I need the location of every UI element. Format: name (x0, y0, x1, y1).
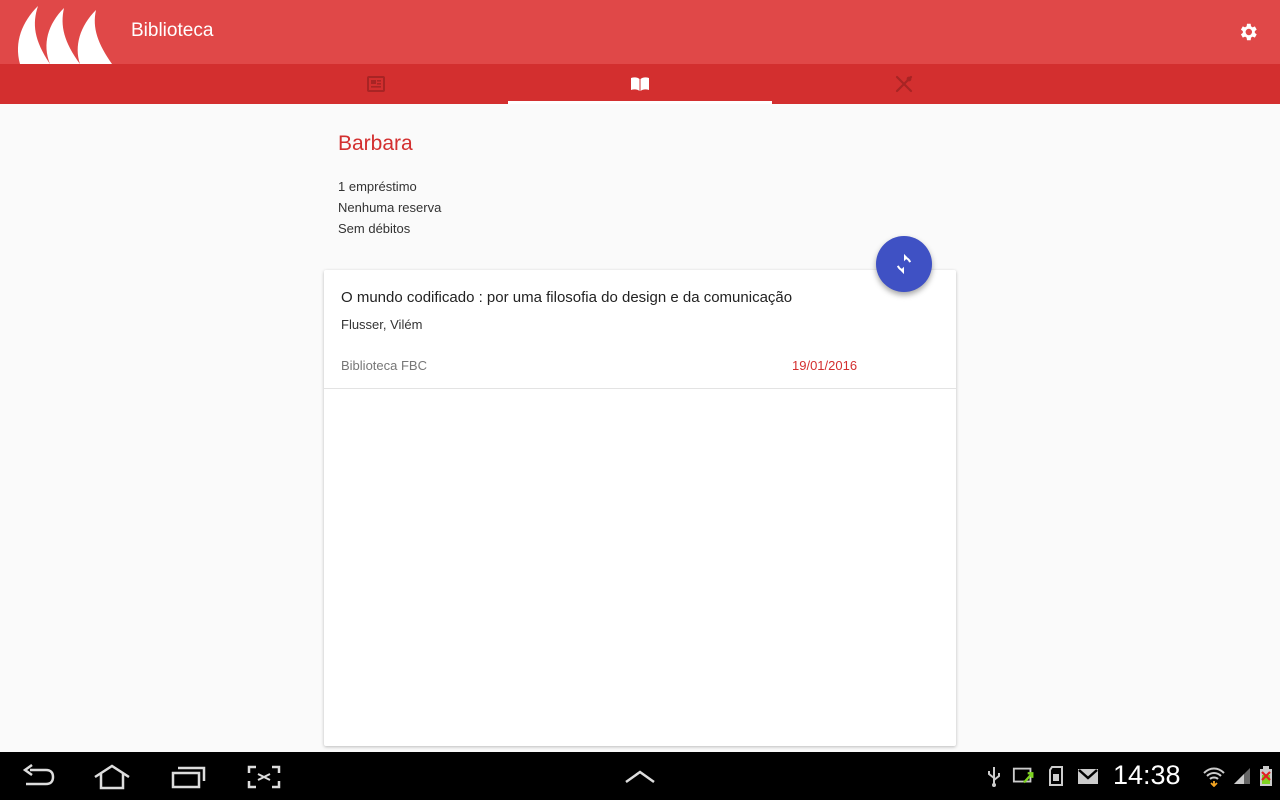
sd-card-icon (1044, 764, 1068, 788)
clock: 14:38 (1113, 760, 1181, 790)
tab-news[interactable] (244, 64, 508, 104)
loans-card: O mundo codificado : por uma filosofia d… (324, 270, 956, 746)
loans-count: 1 empréstimo (338, 179, 417, 194)
gear-icon (1240, 23, 1257, 41)
book-author: Flusser, Vilém (341, 317, 423, 332)
refresh-button[interactable] (876, 236, 932, 292)
usb-icon (982, 764, 1006, 788)
signal-icon (1230, 764, 1254, 788)
newspaper-icon (367, 76, 385, 92)
recent-apps-button[interactable] (168, 762, 208, 792)
app-logo-icon (18, 6, 112, 64)
app-title: Biblioteca (131, 20, 214, 41)
back-icon (22, 764, 55, 786)
screenshot-icon (247, 765, 281, 789)
user-summary: 1 empréstimo Nenhuma reserva Sem débitos (338, 176, 441, 239)
settings-button[interactable] (1234, 18, 1262, 46)
home-icon (94, 764, 130, 790)
list-item[interactable]: O mundo codificado : por uma filosofia d… (324, 270, 956, 389)
battery-icon (1254, 764, 1278, 788)
screenshot-button[interactable] (244, 762, 284, 792)
home-button[interactable] (92, 762, 132, 792)
tab-bar (0, 64, 1280, 104)
user-name: Barbara (338, 132, 413, 155)
main-content: Barbara 1 empréstimo Nenhuma reserva Sem… (0, 104, 1280, 752)
chevron-up-icon (625, 770, 655, 784)
app-bar: Biblioteca (0, 0, 1280, 64)
gmail-icon (1076, 764, 1100, 788)
tab-library[interactable] (508, 64, 772, 104)
system-bar: 14:38 (0, 752, 1280, 800)
recent-apps-icon (171, 766, 206, 789)
book-library: Biblioteca FBC (341, 358, 427, 373)
tab-restaurant[interactable] (772, 64, 1036, 104)
screen-mirror-icon (1012, 764, 1036, 788)
back-button[interactable] (18, 762, 58, 792)
open-book-icon (631, 77, 649, 91)
restaurant-icon (895, 75, 913, 93)
book-title: O mundo codificado : por uma filosofia d… (341, 289, 793, 306)
app-drawer-button[interactable] (620, 762, 660, 792)
wifi-icon (1202, 764, 1226, 788)
reservations-status: Nenhuma reserva (338, 200, 442, 215)
due-date: 19/01/2016 (792, 358, 858, 373)
refresh-icon (896, 253, 912, 275)
debts-status: Sem débitos (338, 221, 411, 236)
